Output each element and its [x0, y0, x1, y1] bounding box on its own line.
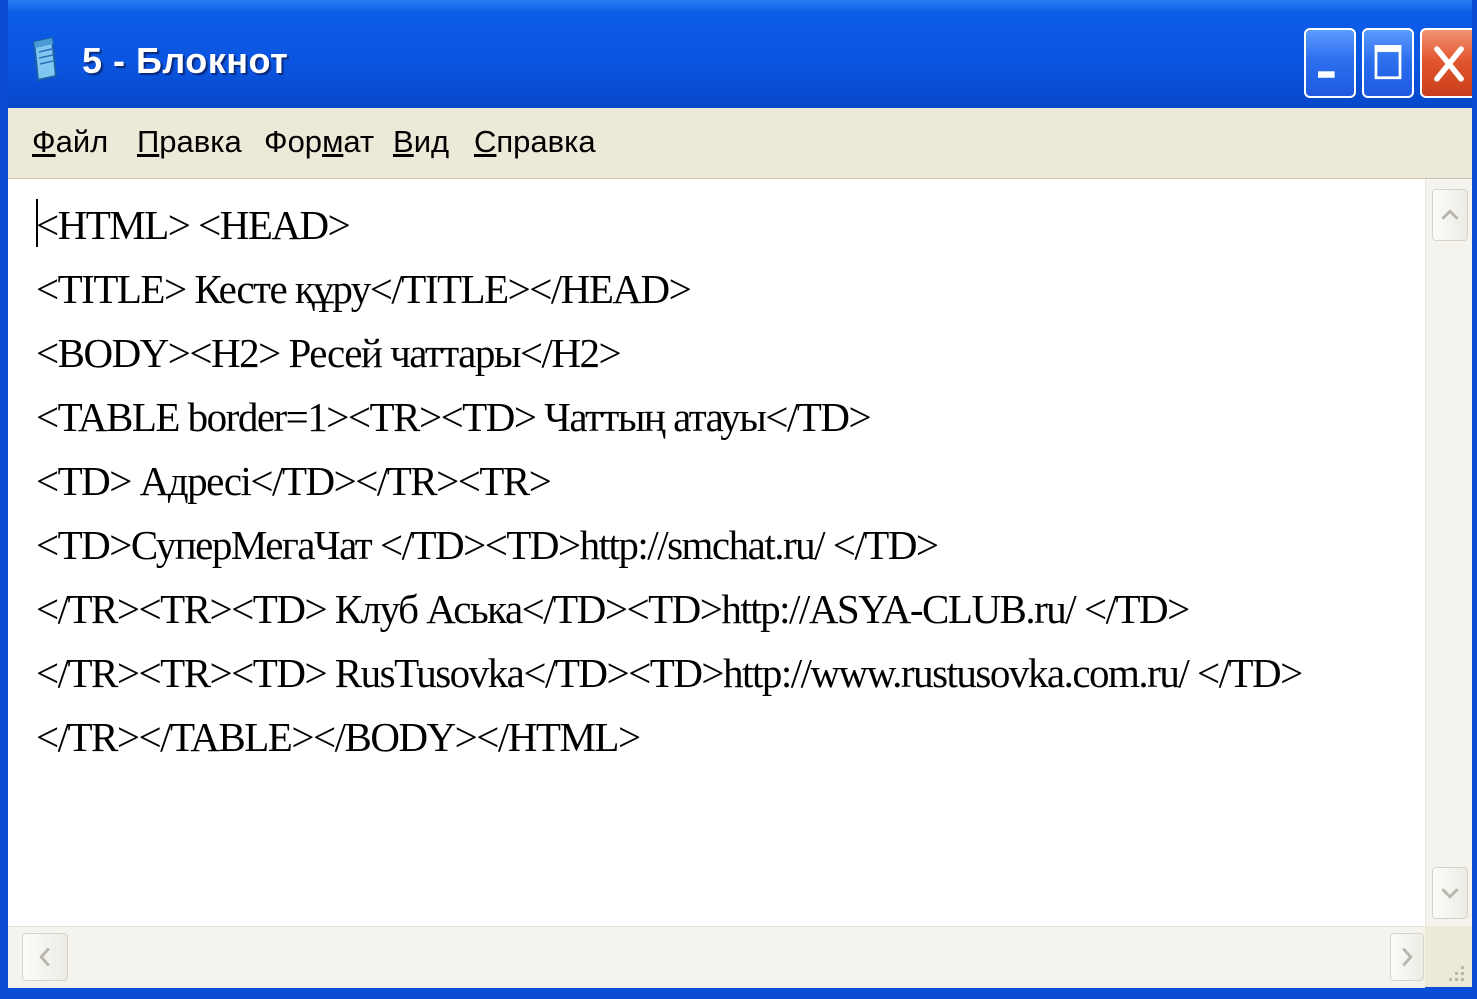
menu-format-mnemonic: м [322, 124, 344, 159]
menu-help-label: правка [496, 124, 596, 159]
scroll-right-button[interactable] [1390, 933, 1424, 981]
menu-edit-label: равка [159, 124, 242, 159]
minimize-icon [1318, 71, 1335, 78]
menu-view-label: ид [413, 124, 450, 159]
text-line: <BODY><H2> Ресей чаттары</H2> [36, 330, 622, 376]
horizontal-scrollbar[interactable] [8, 926, 1425, 988]
scroll-down-button[interactable] [1432, 867, 1468, 919]
text-line: </TR><TR><TD> Клуб Аська</TD><TD>http://… [36, 586, 1190, 632]
text-line: </TR></TABLE></BODY></HTML> [36, 714, 641, 760]
resize-grip[interactable] [1425, 926, 1472, 987]
window-title: 5 - Блокнот [82, 40, 289, 81]
text-line: <TITLE> Кесте құру</TITLE></HEAD> [36, 266, 692, 312]
text-caret [36, 199, 38, 247]
menu-edit-mnemonic: П [137, 124, 160, 159]
text-line: <TD> Адресі</TD></TR><TR> [36, 458, 552, 504]
resize-grip-icon [1449, 966, 1464, 981]
close-icon [1434, 46, 1464, 82]
menu-edit[interactable]: Правка [137, 124, 242, 160]
minimize-button[interactable] [1304, 28, 1356, 98]
text-content: <HTML> <HEAD> <TITLE> Кесте құру</TITLE>… [36, 193, 1303, 769]
menu-help[interactable]: Справка [474, 124, 596, 160]
scroll-left-button[interactable] [22, 933, 68, 981]
text-line: <TD>СуперМегаЧат </TD><TD>http://smchat.… [36, 522, 939, 568]
menu-bar: Файл Правка Формат Вид Справка [8, 108, 1472, 179]
maximize-icon [1374, 45, 1402, 80]
vertical-scrollbar[interactable] [1425, 179, 1472, 926]
notepad-window: 5 - Блокнот Файл Правка Формат Вид Справ… [0, 0, 1477, 999]
menu-file[interactable]: Файл [32, 124, 108, 160]
text-editor[interactable]: <HTML> <HEAD> <TITLE> Кесте құру</TITLE>… [8, 179, 1425, 926]
menu-file-mnemonic: Ф [32, 124, 56, 159]
menu-view[interactable]: Вид [393, 124, 449, 160]
menu-format-label-end: ат [343, 124, 375, 159]
notepad-icon[interactable] [30, 36, 60, 82]
title-bar[interactable]: 5 - Блокнот [8, 0, 1472, 108]
maximize-button[interactable] [1362, 28, 1414, 98]
menu-help-mnemonic: С [474, 124, 497, 159]
menu-format[interactable]: Формат [264, 124, 374, 160]
text-line: <HTML> <HEAD> [36, 202, 351, 248]
chevron-left-icon [39, 947, 50, 967]
chevron-right-icon [1402, 947, 1413, 967]
close-button[interactable] [1420, 28, 1472, 98]
chevron-down-icon [1441, 888, 1459, 899]
text-line: </TR><TR><TD> RusTusovka</TD><TD>http://… [36, 650, 1303, 696]
scroll-up-button[interactable] [1432, 189, 1468, 241]
chevron-up-icon [1441, 209, 1459, 220]
menu-format-label-start: Фор [264, 124, 323, 159]
menu-view-mnemonic: В [393, 124, 414, 159]
menu-file-label: айл [55, 124, 109, 159]
text-line: <TABLE border=1><TR><TD> Чаттың атауы</T… [36, 394, 872, 440]
